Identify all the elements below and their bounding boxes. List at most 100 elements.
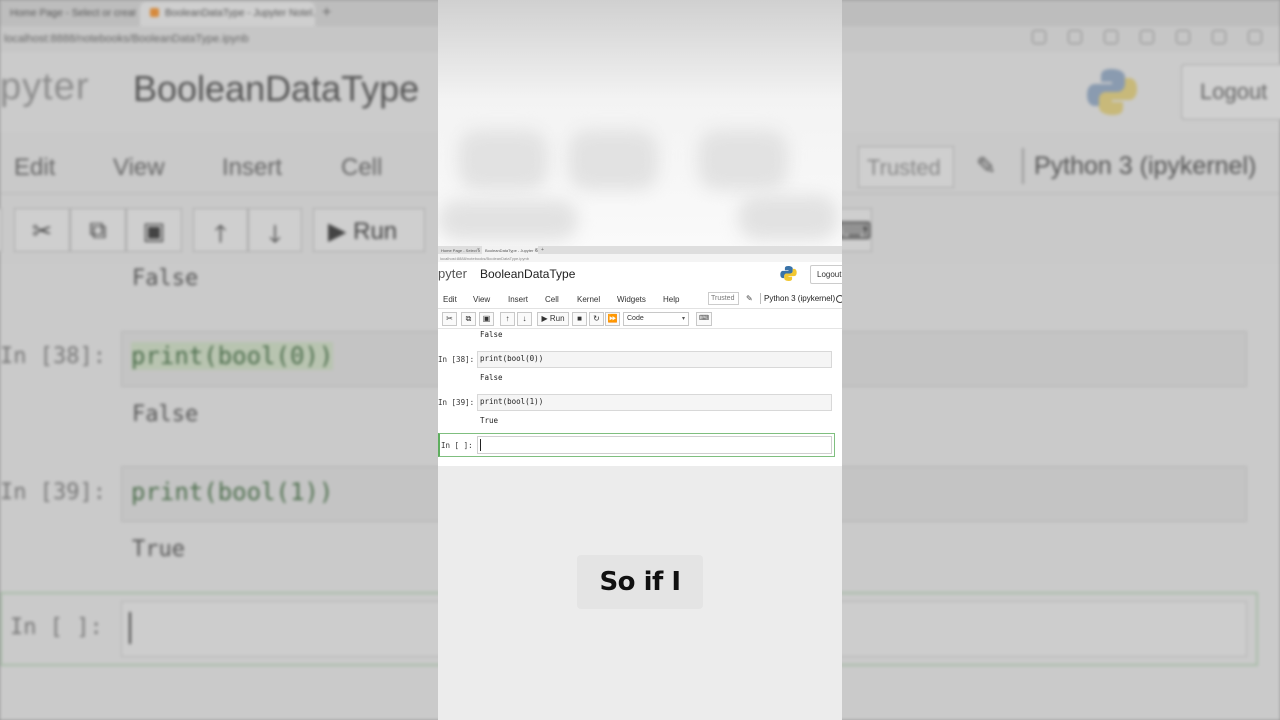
- bg-menu-edit[interactable]: Edit: [14, 154, 55, 182]
- cell-prompt-empty: In [ ]:: [441, 441, 473, 450]
- bg-pencil-icon[interactable]: ✎: [976, 152, 996, 181]
- blur-blob: [698, 130, 788, 190]
- restart-icon[interactable]: ↻: [589, 312, 604, 326]
- profile-icon[interactable]: [1248, 30, 1262, 44]
- bg-jupyter-logo[interactable]: pyter: [0, 66, 89, 109]
- paste-icon[interactable]: ▣: [479, 312, 494, 326]
- new-tab-icon[interactable]: +: [322, 4, 331, 22]
- menu-edit[interactable]: Edit: [443, 295, 457, 304]
- address-bar[interactable]: localhost:8888/notebooks/BooleanDataType…: [438, 254, 842, 262]
- menu-help[interactable]: Help: [663, 295, 679, 304]
- python-logo-icon: [780, 265, 797, 282]
- chevron-down-icon: ▾: [681, 316, 685, 322]
- bg-code-38: print(bool(0)): [131, 342, 334, 370]
- cell-prompt-39: In [39]:: [438, 398, 475, 407]
- bg-prompt-38: In [38]:: [0, 344, 106, 369]
- active-cell-input[interactable]: [477, 436, 832, 454]
- kernel-status-icon: [836, 295, 842, 303]
- jupyter-logo[interactable]: pyter: [438, 266, 467, 281]
- run-button[interactable]: ▶ Run: [537, 312, 569, 326]
- blur-blob: [438, 200, 578, 240]
- bg-browser-actions: [1032, 30, 1262, 44]
- bg-output-39: True: [132, 537, 185, 562]
- favorite-icon[interactable]: [1104, 30, 1118, 44]
- bg-arrow-down-icon[interactable]: 🡓: [248, 208, 302, 252]
- stop-icon[interactable]: ■: [572, 312, 587, 326]
- code-39: print(bool(1)): [480, 397, 544, 406]
- bg-prompt-empty: In [ ]:: [10, 615, 103, 640]
- frame-top-blur: [438, 0, 842, 248]
- text-caret: [480, 439, 481, 451]
- pencil-icon[interactable]: ✎: [746, 294, 753, 303]
- code-38: print(bool(0)): [480, 354, 543, 363]
- bg-output-38: False: [132, 402, 199, 427]
- bg-paste-icon[interactable]: ▣: [126, 208, 182, 252]
- blur-blob: [458, 130, 548, 190]
- menu-insert[interactable]: Insert: [508, 295, 528, 304]
- bg-arrow-up-icon[interactable]: 🡑: [193, 208, 248, 252]
- new-tab-icon[interactable]: +: [541, 247, 544, 253]
- jupyter-screenshot: Home Page - Select or create a n… × Bool…: [438, 246, 842, 466]
- trusted-badge[interactable]: Trusted: [708, 292, 739, 305]
- menu-cell[interactable]: Cell: [545, 295, 559, 304]
- arrow-up-icon[interactable]: ↑: [500, 312, 515, 326]
- zoom-icon[interactable]: [1068, 30, 1082, 44]
- bg-text-caret: [129, 612, 131, 644]
- bg-tab-notebook[interactable]: BooleanDataType - Jupyter Notel…: [140, 2, 315, 26]
- blur-blob: [568, 130, 658, 190]
- menu-widgets[interactable]: Widgets: [617, 295, 646, 304]
- cell-output-39: True: [480, 416, 499, 425]
- bg-python-logo-icon: [1087, 69, 1137, 115]
- video-frame: Home Page - Select or create a n… × Bool…: [438, 0, 842, 720]
- cell-output-38: False: [480, 373, 503, 382]
- jupyter-favicon-icon: [150, 8, 159, 17]
- tab-bar: Home Page - Select or create a n… × Bool…: [438, 246, 842, 254]
- read-aloud-icon[interactable]: [1032, 30, 1046, 44]
- bg-run-button[interactable]: ▶ Run: [313, 208, 425, 252]
- extension-icon[interactable]: [1140, 30, 1154, 44]
- fast-forward-icon[interactable]: ⏩: [605, 312, 620, 326]
- kernel-name[interactable]: Python 3 (ipykernel): [760, 293, 835, 304]
- bg-save-button[interactable]: [0, 208, 2, 252]
- bg-trusted-badge[interactable]: Trusted: [858, 146, 954, 188]
- bg-menu-view[interactable]: View: [113, 154, 165, 182]
- notebook-title[interactable]: BooleanDataType: [480, 267, 575, 281]
- bg-notebook-title[interactable]: BooleanDataType: [133, 68, 419, 110]
- close-tab-icon[interactable]: ×: [535, 247, 538, 253]
- cut-icon[interactable]: ✂: [442, 312, 457, 326]
- logout-button[interactable]: Logout: [810, 265, 842, 284]
- arrow-down-icon[interactable]: ↓: [517, 312, 532, 326]
- cell-type-value: Code: [627, 315, 644, 322]
- bg-logout-button[interactable]: Logout: [1181, 64, 1280, 120]
- bg-run-label: Run: [353, 218, 398, 245]
- favorites-bar-icon[interactable]: [1176, 30, 1190, 44]
- tab-home[interactable]: Home Page - Select or create a n…: [438, 246, 480, 254]
- menu-kernel[interactable]: Kernel: [577, 295, 600, 304]
- bg-code-38-text: print(bool(0)): [131, 342, 334, 370]
- collections-icon[interactable]: [1212, 30, 1226, 44]
- bg-tab-home[interactable]: Home Page - Select or create a n…: [0, 2, 135, 26]
- bg-copy-icon[interactable]: ⧉: [70, 208, 126, 252]
- run-label: Run: [549, 314, 565, 323]
- bg-tab-notebook-label: BooleanDataType - Jupyter Notel…: [165, 8, 315, 19]
- copy-icon[interactable]: ⧉: [461, 312, 476, 326]
- bg-menu-cell[interactable]: Cell: [341, 154, 382, 182]
- bg-tab-home-label: Home Page - Select or create a n…: [10, 8, 135, 19]
- close-tab-icon[interactable]: ×: [477, 247, 480, 253]
- bg-cut-icon[interactable]: ✂: [14, 208, 70, 252]
- cell-prompt-38: In [38]:: [438, 355, 475, 364]
- keyboard-icon[interactable]: ⌨: [696, 312, 712, 326]
- menu-view[interactable]: View: [473, 295, 490, 304]
- bg-code-39: print(bool(1)): [131, 478, 334, 506]
- cell-output-prev: False: [480, 330, 503, 339]
- code-38-text: print(bool(0)): [480, 354, 544, 363]
- blur-blob: [738, 195, 838, 240]
- video-caption: So if I: [577, 555, 703, 609]
- tab-notebook[interactable]: BooleanDataType - Jupyter Notel…: [482, 246, 538, 254]
- bg-kernel-name[interactable]: Python 3 (ipykernel): [1022, 148, 1256, 184]
- bg-menu-insert[interactable]: Insert: [222, 154, 282, 182]
- cell-type-select[interactable]: Code ▾: [623, 312, 689, 326]
- bg-prompt-39: In [39]:: [0, 480, 106, 505]
- run-icon: ▶: [541, 314, 548, 323]
- bg-output-prev: False: [132, 266, 199, 291]
